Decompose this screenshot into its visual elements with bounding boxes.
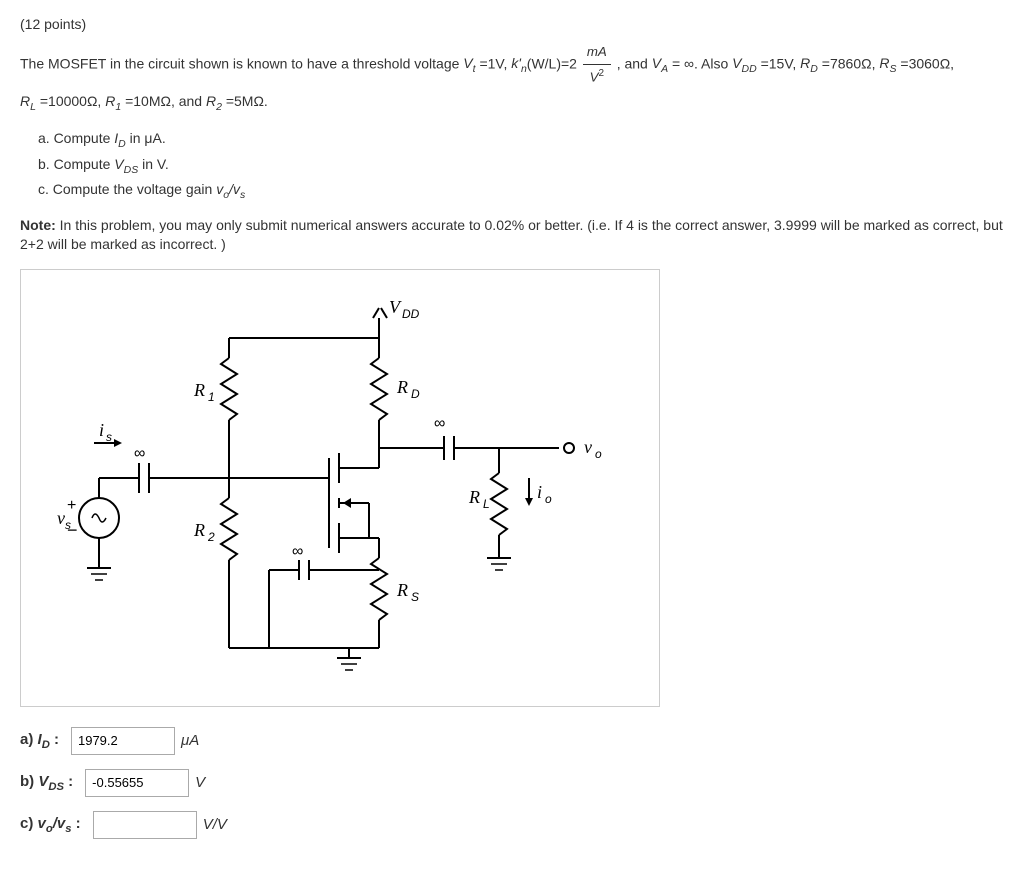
svg-text:o: o: [595, 447, 602, 461]
svg-text:1: 1: [208, 390, 215, 404]
svg-text:s: s: [106, 430, 112, 444]
text: mA: [583, 40, 611, 65]
answer-c: c) vo/vs : V/V: [20, 811, 1004, 839]
svg-text:∞: ∞: [434, 415, 445, 432]
svg-text:v: v: [57, 508, 65, 528]
text: The MOSFET in the circuit shown is known…: [20, 55, 463, 71]
svg-text:i: i: [537, 482, 542, 502]
svg-text:L: L: [483, 497, 490, 511]
text: c): [20, 815, 33, 832]
text: V: [38, 773, 48, 790]
text: =10MΩ, and: [121, 93, 206, 109]
unit: μA: [181, 732, 199, 749]
text: v: [38, 815, 46, 832]
svg-text:v: v: [584, 437, 592, 457]
text: =1V,: [476, 55, 512, 71]
text: s: [65, 823, 71, 835]
svg-text:∞: ∞: [292, 543, 303, 560]
text: o: [46, 823, 53, 835]
svg-text:DD: DD: [402, 307, 420, 321]
note: Note: In this problem, you may only subm…: [20, 216, 1004, 255]
text: DS: [48, 781, 64, 793]
text: in V.: [138, 156, 169, 172]
text: = ∞. Also: [668, 55, 732, 71]
text: a. Compute: [38, 130, 114, 146]
text: =3060Ω,: [897, 55, 955, 71]
text: , and: [617, 55, 652, 71]
text: =5MΩ.: [222, 93, 268, 109]
unit: V: [195, 774, 205, 791]
text: =10000Ω,: [36, 93, 105, 109]
svg-text:R: R: [468, 487, 480, 507]
text: (W/L)=2: [527, 55, 577, 71]
answer-b-input[interactable]: [85, 769, 189, 797]
svg-text:V: V: [389, 297, 402, 317]
question-list: a. Compute ID in μA. b. Compute VDS in V…: [38, 127, 1004, 204]
svg-text:+: +: [67, 497, 76, 514]
svg-text:2: 2: [207, 530, 215, 544]
text: v: [57, 815, 65, 832]
answer-b: b) VDS : V: [20, 769, 1004, 797]
problem-statement: The MOSFET in the circuit shown is known…: [20, 40, 1004, 117]
note-label: Note:: [20, 217, 56, 233]
circuit-diagram: .wire { stroke:#000; stroke-width:2; fil…: [20, 269, 660, 707]
svg-text:∞: ∞: [134, 445, 145, 462]
points-label: (12 points): [20, 16, 1004, 32]
text: b. Compute: [38, 156, 114, 172]
svg-text:R: R: [193, 380, 205, 400]
text: b): [20, 773, 34, 790]
text: V: [590, 69, 599, 84]
unit: V/V: [203, 816, 227, 833]
svg-text:R: R: [396, 377, 408, 397]
svg-text:o: o: [545, 492, 552, 506]
svg-text:R: R: [396, 580, 408, 600]
note-text: In this problem, you may only submit num…: [20, 217, 1003, 253]
text: D: [42, 739, 50, 751]
svg-text:i: i: [99, 420, 104, 440]
svg-text:D: D: [411, 387, 420, 401]
answer-a-input[interactable]: [71, 727, 175, 755]
text: in μA.: [126, 130, 166, 146]
text: =15V,: [757, 55, 800, 71]
svg-text:S: S: [411, 590, 419, 604]
text: a): [20, 731, 33, 748]
text: c. Compute the voltage gain: [38, 181, 216, 197]
svg-text:s: s: [65, 518, 71, 532]
svg-text:R: R: [193, 520, 205, 540]
answer-a: a) ID : μA: [20, 727, 1004, 755]
text: =7860Ω,: [818, 55, 879, 71]
answer-c-input[interactable]: [93, 811, 197, 839]
